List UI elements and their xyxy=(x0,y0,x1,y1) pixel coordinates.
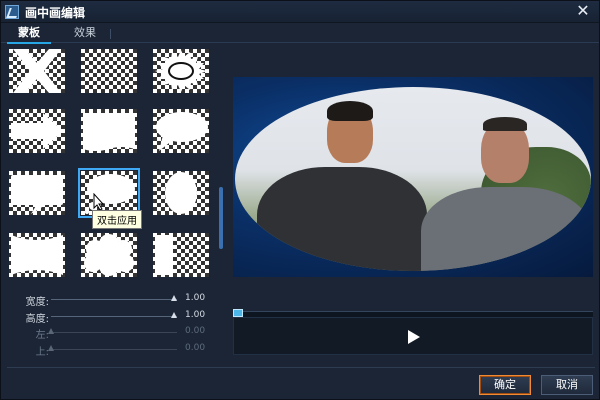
mask-gallery: 双击应用 xyxy=(7,47,229,287)
mouse-pointer-icon xyxy=(93,193,105,211)
left-value: 0.00 xyxy=(185,326,206,336)
banner-wave-icon xyxy=(83,113,135,151)
mask-bar[interactable] xyxy=(153,233,209,277)
speech-bubble-oval-icon xyxy=(156,112,208,151)
preview-video-frame xyxy=(235,87,591,271)
height-slider[interactable] xyxy=(51,316,177,317)
tab-effect[interactable]: 效果 xyxy=(67,25,103,43)
x-shape-icon xyxy=(13,49,61,93)
person-right-body xyxy=(421,187,591,271)
mask-thought-bubble[interactable] xyxy=(78,168,140,218)
mask-speech-rect[interactable] xyxy=(9,171,65,215)
timeline-marker[interactable] xyxy=(233,309,243,317)
speech-bubble-rect-icon xyxy=(11,175,63,214)
mask-ribbon[interactable] xyxy=(9,233,65,277)
height-slider-handle[interactable] xyxy=(171,312,177,318)
mask-sunburst[interactable] xyxy=(153,49,209,93)
width-value: 1.00 xyxy=(185,293,206,303)
footer-divider xyxy=(7,367,595,368)
width-slider-row: 宽度: 1.00 xyxy=(11,293,221,308)
mask-speech-oval[interactable] xyxy=(153,109,209,153)
top-label: 上: xyxy=(35,347,49,358)
apply-tooltip: 双击应用 xyxy=(92,210,142,229)
person-right-hair xyxy=(483,117,527,131)
height-label: 高度: xyxy=(25,314,49,325)
mask-arrow[interactable] xyxy=(9,109,65,153)
cancel-button[interactable]: 取消 xyxy=(541,375,593,395)
preview-area xyxy=(233,77,593,277)
sunburst-icon xyxy=(155,50,207,92)
ellipse-icon xyxy=(165,172,197,214)
height-slider-row: 高度: 1.00 xyxy=(11,310,221,325)
width-label: 宽度: xyxy=(25,297,49,308)
left-slider-row: 左: 0.00 xyxy=(11,326,221,341)
mask-scrollbar[interactable] xyxy=(219,47,223,287)
app-icon xyxy=(5,5,19,19)
arrow-right-icon xyxy=(11,113,63,149)
top-slider xyxy=(51,349,177,350)
ok-button[interactable]: 确定 xyxy=(479,375,531,395)
close-button[interactable]: ✕ xyxy=(575,3,591,19)
tab-mask[interactable]: 蒙板 xyxy=(7,25,51,44)
bar-icon xyxy=(155,235,173,275)
player-controls xyxy=(233,317,593,355)
pip-edit-dialog: 画中画编辑 ✕ 蒙板 效果 双击应用 宽度: 1.00 高度: 1.00 左: … xyxy=(0,0,600,400)
width-slider-handle[interactable] xyxy=(171,295,177,301)
mask-scrollbar-thumb[interactable] xyxy=(219,187,223,249)
tab-bar: 蒙板 效果 xyxy=(1,23,599,44)
width-slider[interactable] xyxy=(51,299,177,300)
thought-bubble-icon xyxy=(85,174,135,214)
mask-ellipse[interactable] xyxy=(153,171,209,215)
mask-x[interactable] xyxy=(9,49,65,93)
window-title: 画中画编辑 xyxy=(25,6,86,20)
top-slider-handle xyxy=(48,345,54,351)
crescent-icon xyxy=(93,51,131,91)
close-icon: ✕ xyxy=(576,1,590,20)
person-left-hair xyxy=(327,101,373,121)
tab-divider xyxy=(110,29,111,39)
top-value: 0.00 xyxy=(185,343,206,353)
play-icon[interactable] xyxy=(408,330,420,344)
ribbon-icon xyxy=(11,235,63,275)
left-slider-handle xyxy=(48,328,54,334)
mask-crescent[interactable] xyxy=(81,49,137,93)
height-value: 1.00 xyxy=(185,310,206,320)
mask-cloud[interactable] xyxy=(81,233,137,277)
top-slider-row: 上: 0.00 xyxy=(11,343,221,358)
left-slider xyxy=(51,332,177,333)
mask-banner-wave[interactable] xyxy=(81,109,137,153)
person-left-body xyxy=(257,167,427,271)
cloud-icon xyxy=(84,234,134,276)
title-bar: 画中画编辑 ✕ xyxy=(1,1,599,23)
left-label: 左: xyxy=(35,330,49,341)
